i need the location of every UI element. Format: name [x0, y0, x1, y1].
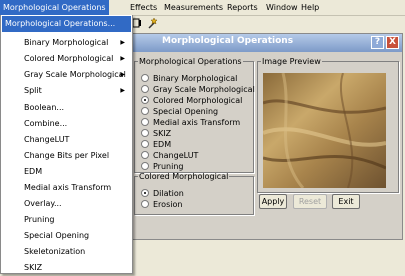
- menu-help[interactable]: Help: [298, 0, 322, 15]
- menu-item-edm[interactable]: EDM: [2, 164, 131, 180]
- menu-item-pruning[interactable]: Pruning: [2, 212, 131, 228]
- menu-item-morphological-operations[interactable]: Morphological Operations...: [2, 16, 131, 32]
- radio-icon: [141, 85, 149, 93]
- toolbar-tool-icon[interactable]: [132, 17, 142, 29]
- menu-item-gray-scale-morphological[interactable]: Gray Scale Morphological ▶: [2, 67, 131, 83]
- submenu-arrow-icon: ▶: [120, 87, 125, 94]
- submenu-arrow-icon: ▶: [120, 55, 125, 62]
- reset-button[interactable]: Reset: [293, 194, 327, 209]
- menu-item-label: Binary Morphological: [24, 38, 109, 47]
- colored-group-legend: Colored Morphological: [139, 172, 229, 181]
- help-button[interactable]: ?: [371, 36, 384, 49]
- radio-icon: [141, 118, 149, 126]
- menu-item-special-opening[interactable]: Special Opening: [2, 228, 131, 244]
- radio-medial-axis-transform[interactable]: Medial axis Transform: [141, 117, 240, 128]
- morphological-operations-dialog: Morphological Operations ? X Morphologic…: [128, 33, 403, 240]
- dialog-title: Morphological Operations: [162, 36, 294, 46]
- menu-bar: Morphological Operations Effects Measure…: [0, 0, 405, 16]
- radio-selected-icon: [141, 96, 149, 104]
- radio-colored-morphological[interactable]: Colored Morphological: [141, 95, 242, 106]
- menu-item-label: Medial axis Transform: [24, 183, 112, 192]
- morphological-operations-menu: Morphological Operations... Binary Morpho…: [0, 15, 133, 274]
- radio-binary-morphological[interactable]: Binary Morphological: [141, 73, 237, 84]
- menu-item-label: SKIZ: [24, 263, 43, 272]
- ops-group-legend: Morphological Operations: [139, 57, 242, 66]
- radio-edm[interactable]: EDM: [141, 139, 171, 150]
- menu-item-label: Boolean...: [24, 103, 65, 112]
- radio-icon: [141, 74, 149, 82]
- radio-icon: [141, 107, 149, 115]
- radio-special-opening[interactable]: Special Opening: [141, 106, 218, 117]
- radio-icon: [141, 140, 149, 148]
- menu-item-label: Gray Scale Morphological: [24, 70, 126, 79]
- menu-item-colored-morphological[interactable]: Colored Morphological ▶: [2, 51, 131, 67]
- dialog-titlebar[interactable]: Morphological Operations ? X: [129, 34, 402, 52]
- menu-morphological-operations[interactable]: Morphological Operations: [0, 0, 109, 15]
- radio-gray-scale-morphological[interactable]: Gray Scale Morphological: [141, 84, 255, 95]
- submenu-arrow-icon: ▶: [120, 39, 125, 46]
- menu-item-binary-morphological[interactable]: Binary Morphological ▶: [2, 35, 131, 51]
- menu-item-label: Colored Morphological: [24, 54, 114, 63]
- menu-measurements[interactable]: Measurements: [161, 0, 226, 15]
- image-preview-group: Image Preview: [257, 57, 399, 193]
- menu-item-boolean[interactable]: Boolean...: [2, 100, 131, 116]
- radio-icon: [141, 151, 149, 159]
- menu-item-changelut[interactable]: ChangeLUT: [2, 132, 131, 148]
- exit-button[interactable]: Exit: [332, 194, 360, 209]
- radio-skiz[interactable]: SKIZ: [141, 128, 171, 139]
- radio-selected-icon: [141, 189, 149, 197]
- menu-item-overlay[interactable]: Overlay...: [2, 196, 131, 212]
- radio-pruning[interactable]: Pruning: [141, 161, 183, 172]
- menu-item-label: Skeletonization: [24, 247, 86, 256]
- apply-button[interactable]: Apply: [259, 194, 287, 209]
- menu-effects[interactable]: Effects: [127, 0, 160, 15]
- menu-item-label: Pruning: [24, 215, 55, 224]
- menu-item-label: ChangeLUT: [24, 135, 70, 144]
- menu-item-label: Split: [24, 86, 42, 95]
- preview-image: [263, 73, 386, 188]
- submenu-arrow-icon: ▶: [120, 71, 125, 78]
- radio-icon: [141, 129, 149, 137]
- menu-item-medial-axis-transform[interactable]: Medial axis Transform: [2, 180, 131, 196]
- morphological-operations-group: Morphological Operations Binary Morpholo…: [134, 57, 255, 173]
- toolbar-wand-icon[interactable]: [148, 17, 158, 29]
- menu-item-change-bits-per-pixel[interactable]: Change Bits per Pixel: [2, 148, 131, 164]
- radio-icon: [141, 200, 149, 208]
- radio-erosion[interactable]: Erosion: [141, 199, 182, 210]
- menu-item-label: Change Bits per Pixel: [24, 151, 110, 160]
- menu-item-label: Combine...: [24, 119, 68, 128]
- colored-morphological-group: Colored Morphological Dilation Erosion: [134, 172, 254, 215]
- menu-item-split[interactable]: Split ▶: [2, 83, 131, 99]
- radio-icon: [141, 162, 149, 170]
- menu-item-skiz[interactable]: SKIZ: [2, 260, 131, 276]
- menu-item-combine[interactable]: Combine...: [2, 116, 131, 132]
- preview-legend: Image Preview: [262, 57, 321, 66]
- close-button[interactable]: X: [386, 36, 399, 49]
- radio-dilation[interactable]: Dilation: [141, 188, 184, 199]
- menu-item-label: Overlay...: [24, 199, 62, 208]
- menu-item-label: Special Opening: [24, 231, 90, 240]
- menu-reports[interactable]: Reports: [224, 0, 261, 15]
- menu-item-label: EDM: [24, 167, 43, 176]
- menu-window[interactable]: Window: [263, 0, 301, 15]
- menu-item-skeletonization[interactable]: Skeletonization: [2, 244, 131, 260]
- menu-item-label: Morphological Operations...: [5, 19, 116, 28]
- radio-changelut[interactable]: ChangeLUT: [141, 150, 198, 161]
